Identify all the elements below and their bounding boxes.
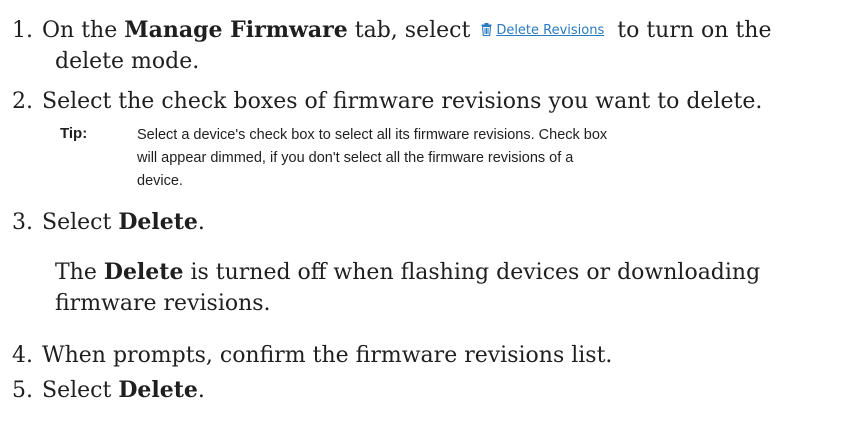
- step-text: Select: [42, 210, 119, 235]
- tip-label: Tip:: [60, 125, 88, 142]
- step-text: On the: [42, 18, 125, 43]
- tip-text: Select a device's check box to select al…: [137, 124, 657, 193]
- delete-revisions-link[interactable]: Delete Revisions: [481, 15, 604, 47]
- step-number: 1.: [12, 18, 33, 43]
- delete-button-name: Delete: [118, 209, 198, 235]
- step-text: .: [197, 210, 205, 235]
- note-line-1: The Delete is turned off when flashing d…: [55, 256, 760, 289]
- tab-name: Manage Firmware: [124, 17, 348, 43]
- instructions-page: 1. On the Manage Firmware tab, select Del…: [0, 0, 854, 444]
- step-number: 4.: [12, 343, 33, 368]
- step-text: Select the check boxes of firmware revis…: [42, 89, 763, 114]
- note-line-2: firmware revisions.: [55, 291, 271, 316]
- step-text: tab, select: [347, 18, 478, 43]
- step-2: 2. Select the check boxes of firmware rev…: [12, 86, 762, 118]
- step-3: 3. Select Delete.: [12, 206, 205, 239]
- delete-revisions-label: Delete Revisions: [496, 23, 605, 38]
- tip-line: Select a device's check box to select al…: [137, 127, 608, 143]
- step-1-continuation: delete mode.: [55, 49, 200, 74]
- note-text: is turned off when flashing devices or d…: [183, 260, 761, 285]
- delete-button-name: Delete: [103, 259, 184, 285]
- step-5: 5. Select Delete.: [12, 374, 205, 407]
- step-4: 4. When prompts, confirm the firmware rev…: [12, 340, 612, 372]
- step-text: .: [197, 378, 205, 403]
- trash-icon: [481, 23, 492, 36]
- step-text: to turn on the: [610, 18, 772, 43]
- step-text: When prompts, confirm the firmware revis…: [42, 343, 613, 368]
- step-number: 3.: [12, 210, 33, 235]
- step-number: 5.: [12, 378, 33, 403]
- delete-button-name: Delete: [118, 377, 198, 403]
- tip-line: device.: [137, 173, 183, 189]
- note-text: The: [55, 260, 104, 285]
- step-text: Select: [42, 378, 119, 403]
- step-1: 1. On the Manage Firmware tab, select Del…: [12, 14, 771, 47]
- step-number: 2.: [12, 89, 33, 114]
- tip-line: will appear dimmed, if you don't select …: [137, 150, 574, 166]
